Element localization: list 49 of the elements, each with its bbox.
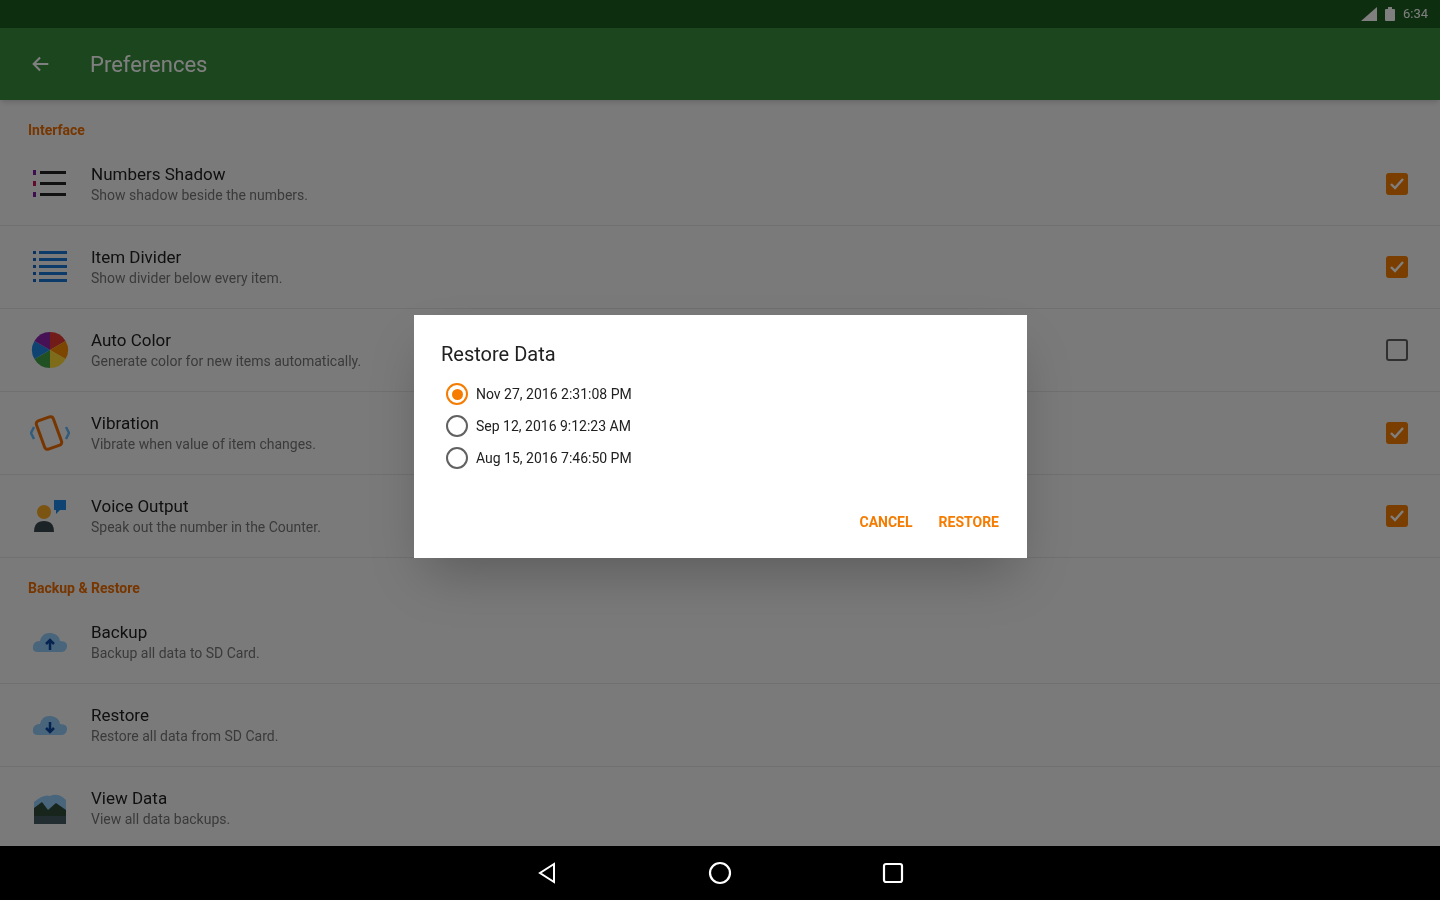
checkbox[interactable] [1386,339,1408,361]
battery-icon [1384,7,1395,21]
preference-subtitle: Backup all data to SD Card. [91,644,260,663]
recents-square-icon[interactable] [882,862,904,884]
check-icon [1389,259,1405,275]
preference-subtitle: View all data backups. [91,810,231,829]
checkbox[interactable] [1386,173,1408,195]
checkbox[interactable] [1386,256,1408,278]
preference-title: Numbers Shadow [91,163,226,185]
preference-title: Auto Color [91,329,172,351]
backup-option[interactable]: Sep 12, 2016 9:12:23 AM [446,415,631,437]
section-header: Interface [27,121,85,140]
preference-subtitle: Speak out the number in the Counter. [91,518,321,537]
preference-subtitle: Generate color for new items automatically. [91,352,362,371]
backup-option[interactable]: Nov 27, 2016 2:31:08 PM [446,383,632,405]
preference-title: Voice Output [91,495,189,517]
backup-option[interactable]: Aug 15, 2016 7:46:50 PM [446,447,632,469]
signal-icon [1360,7,1377,21]
dialog-title: Restore Data [441,341,556,368]
section-header: Backup & Restore [27,579,140,598]
radio-button[interactable] [446,447,468,469]
preference-title: View Data [91,787,168,809]
check-icon [1389,176,1405,192]
check-icon [1389,425,1405,441]
preference-subtitle: Vibrate when value of item changes. [91,435,316,454]
check-icon [1389,508,1405,524]
preference-subtitle: Show divider below every item. [91,269,283,288]
radio-button[interactable] [446,383,468,405]
preference-subtitle: Show shadow beside the numbers. [91,186,308,205]
preference-title: Restore [91,704,149,726]
preference-subtitle: Restore all data from SD Card. [91,727,279,746]
vibrating-phone-icon [30,413,70,453]
color-wheel-icon [30,330,70,370]
cancel-button[interactable]: CANCEL [851,504,921,540]
back-triangle-icon[interactable] [536,862,558,884]
radio-button[interactable] [446,415,468,437]
preference-title: Item Divider [91,246,182,268]
home-circle-icon[interactable] [708,861,732,885]
preference-row[interactable]: Restore Restore all data from SD Card. [0,684,1440,767]
checkbox[interactable] [1386,505,1408,527]
preference-title: Vibration [91,412,159,434]
app-bar-title: Preferences [90,50,208,79]
preference-row[interactable]: Backup Backup all data to SD Card. [0,601,1440,684]
preference-row[interactable]: Item Divider Show divider below every item. [0,226,1440,309]
preference-title: Backup [91,621,148,643]
checkbox[interactable] [1386,422,1408,444]
clock-time: 6:34 [1402,5,1428,24]
restore-button[interactable]: RESTORE [930,504,1007,540]
preference-row[interactable]: Numbers Shadow Show shadow beside the numbers. [0,143,1440,226]
